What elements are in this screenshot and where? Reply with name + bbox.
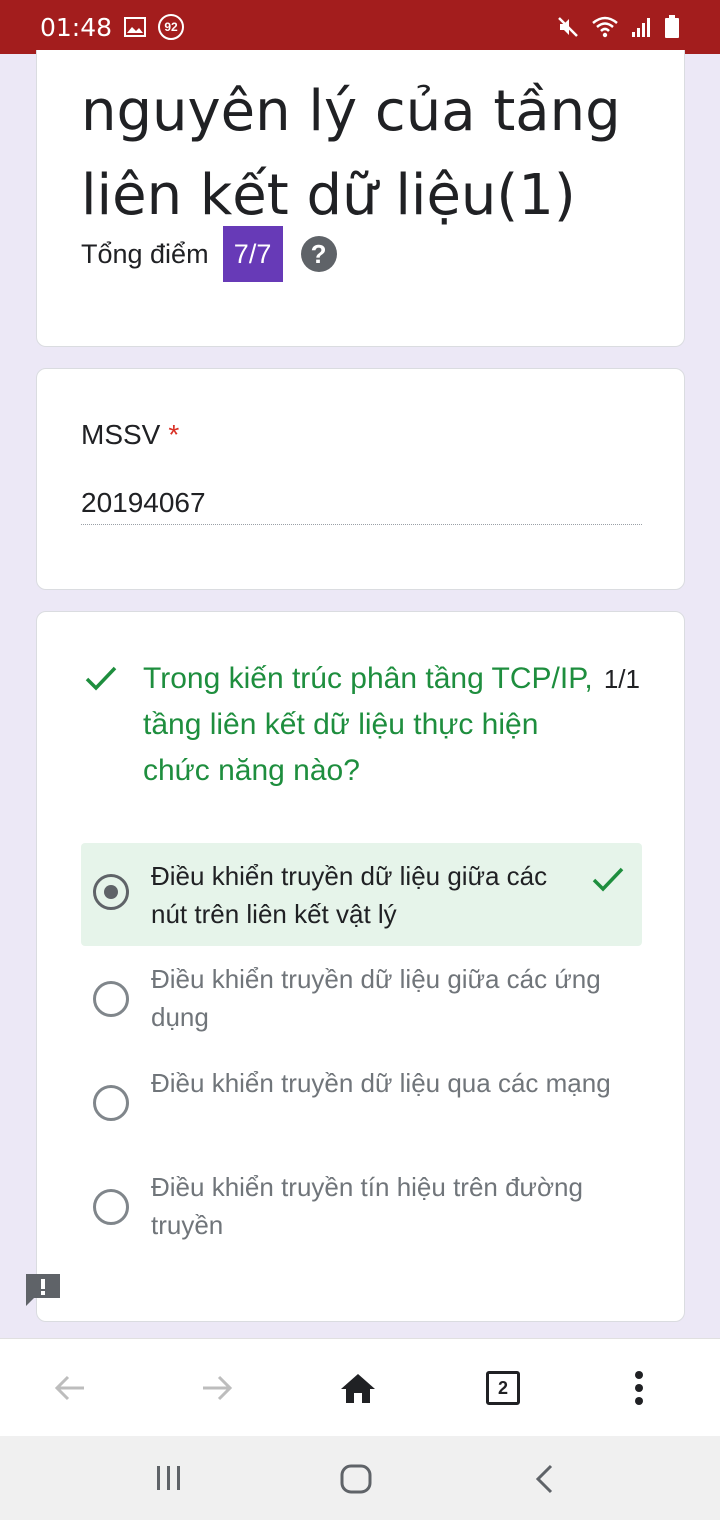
system-nav-bar [0,1436,720,1520]
radio-selected-icon[interactable] [93,874,129,910]
radio-empty-icon[interactable] [93,1189,129,1225]
option-1[interactable]: Điều khiển truyền dữ liệu giữa các nút t… [81,843,642,946]
browser-toolbar: 2 [0,1338,720,1436]
status-time: 01:48 [40,12,113,42]
question-score: 1/1 [603,664,640,694]
wifi-icon [592,16,618,38]
option-label: Điều khiển truyền dữ liệu giữa các nút t… [151,861,548,929]
signal-icon [632,18,650,37]
back-button-icon[interactable] [533,1464,555,1494]
mssv-label: MSSV * [81,419,179,451]
home-icon[interactable] [337,1367,379,1409]
score-badge: 7/7 [222,226,283,282]
option-2[interactable]: Điều khiển truyền dữ liệu giữa các ứng d… [81,960,642,1036]
home-button-icon[interactable] [340,1464,372,1494]
battery-icon [665,15,679,38]
notification-badge-icon: 92 [158,14,185,40]
mute-icon [558,17,578,37]
tabs-icon[interactable]: 2 [482,1367,524,1409]
correct-check-icon [85,666,117,691]
form-title-card: nguyên lý của tầng liên kết dữ liệu(1) T… [36,50,685,347]
mssv-answer: 20194067 [81,485,642,525]
recent-apps-icon[interactable] [154,1465,184,1491]
help-icon[interactable]: ? [300,236,337,272]
option-4[interactable]: Điều khiển truyền tín hiệu trên đường tr… [81,1168,642,1244]
option-label: Điều khiển truyền tín hiệu trên đường tr… [151,1172,583,1240]
question-card: Trong kiến trúc phân tầng TCP/IP, tầng l… [36,611,685,1322]
form-title: nguyên lý của tầng liên kết dữ liệu(1) [81,79,621,228]
option-3[interactable]: Điều khiển truyền dữ liệu qua các mạng [81,1064,642,1121]
more-menu-icon[interactable] [618,1367,660,1409]
report-feedback-icon[interactable] [24,1272,62,1308]
mssv-label-text: MSSV [81,419,161,450]
score-label: Tổng điểm [81,238,209,269]
gallery-icon [124,17,147,37]
status-bar: 01:48 92 [0,0,720,54]
forward-arrow-icon[interactable] [196,1367,238,1409]
radio-empty-icon[interactable] [93,1085,129,1121]
back-arrow-icon[interactable] [49,1367,91,1409]
radio-empty-icon[interactable] [93,981,129,1017]
correct-answer-check-icon [592,867,624,892]
question-text: Trong kiến trúc phân tầng TCP/IP, tầng l… [143,662,593,787]
mssv-card: MSSV * 20194067 [36,368,685,590]
tab-count: 2 [486,1371,520,1405]
option-label: Điều khiển truyền dữ liệu qua các mạng [151,1068,611,1098]
option-label: Điều khiển truyền dữ liệu giữa các ứng d… [151,964,601,1032]
total-score-row: Tổng điểm 7/7 ? [81,226,337,282]
required-star: * [168,419,180,450]
